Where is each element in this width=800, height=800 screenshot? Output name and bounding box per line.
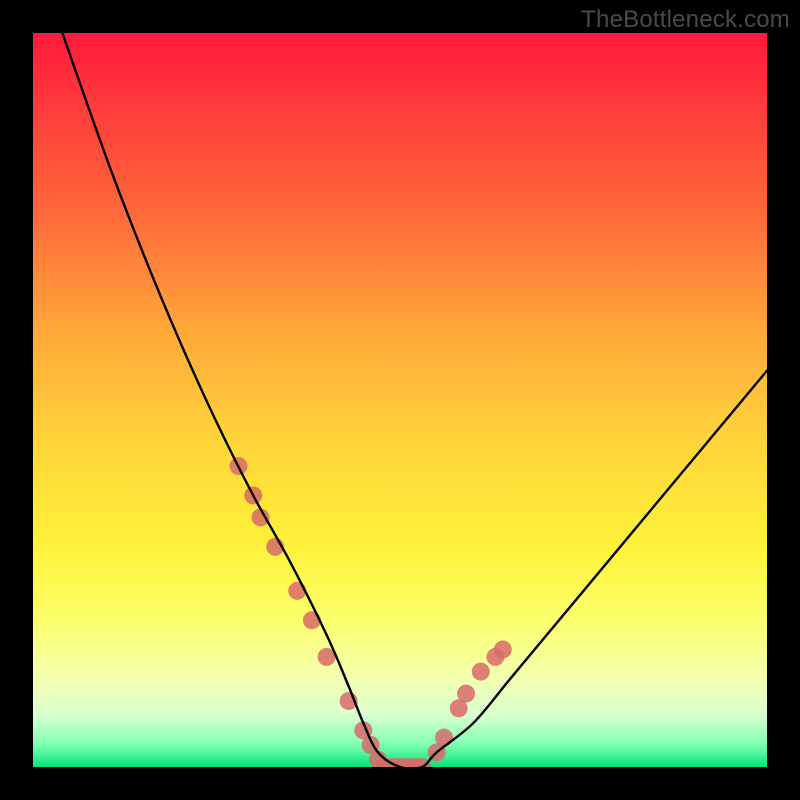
chart-frame: TheBottleneck.com — [0, 0, 800, 800]
marker-point — [494, 641, 512, 659]
marker-point — [288, 582, 306, 600]
marker-point — [457, 685, 475, 703]
watermark-text: TheBottleneck.com — [581, 6, 790, 34]
chart-svg — [33, 33, 767, 767]
marker-point — [435, 729, 453, 747]
plot-area — [33, 33, 767, 767]
marker-point — [303, 611, 321, 629]
marker-point — [472, 663, 490, 681]
markers-group — [230, 457, 512, 767]
bottleneck-curve-path — [62, 33, 767, 767]
